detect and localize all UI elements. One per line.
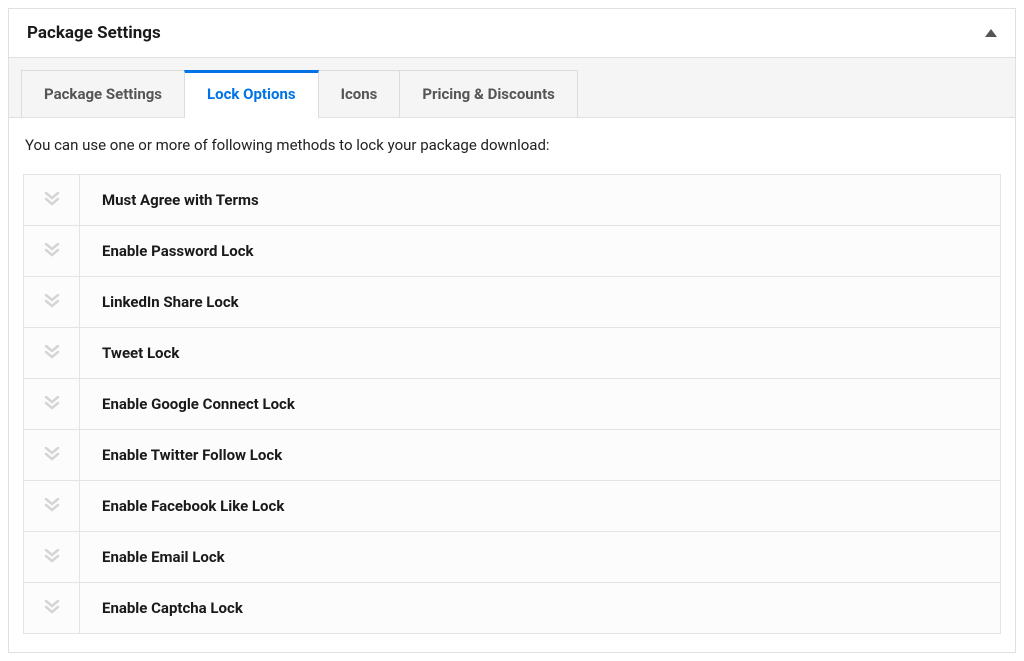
chevron-double-down-icon (44, 548, 60, 567)
collapse-up-icon[interactable] (985, 29, 997, 37)
chevron-double-down-icon (44, 599, 60, 618)
lock-label: Enable Facebook Like Lock (80, 481, 1000, 531)
expand-handle[interactable] (24, 583, 80, 633)
expand-handle[interactable] (24, 226, 80, 276)
lock-label: Must Agree with Terms (80, 175, 1000, 225)
expand-handle[interactable] (24, 430, 80, 480)
chevron-double-down-icon (44, 191, 60, 210)
lock-row-captcha[interactable]: Enable Captcha Lock (24, 583, 1000, 633)
lock-options-list: Must Agree with Terms Enable Password Lo… (23, 174, 1001, 634)
expand-handle[interactable] (24, 532, 80, 582)
expand-handle[interactable] (24, 277, 80, 327)
panel-body: Package Settings Lock Options Icons Pric… (9, 57, 1015, 652)
lock-label: LinkedIn Share Lock (80, 277, 1000, 327)
lock-row-agree-terms[interactable]: Must Agree with Terms (24, 175, 1000, 226)
panel-title: Package Settings (27, 23, 161, 43)
lock-label: Tweet Lock (80, 328, 1000, 378)
expand-handle[interactable] (24, 328, 80, 378)
expand-handle[interactable] (24, 379, 80, 429)
tab-lock-options[interactable]: Lock Options (184, 70, 319, 118)
lock-row-password[interactable]: Enable Password Lock (24, 226, 1000, 277)
lock-row-google-connect[interactable]: Enable Google Connect Lock (24, 379, 1000, 430)
tab-icons[interactable]: Icons (318, 70, 401, 117)
chevron-double-down-icon (44, 293, 60, 312)
lock-row-tweet[interactable]: Tweet Lock (24, 328, 1000, 379)
chevron-double-down-icon (44, 242, 60, 261)
panel-header[interactable]: Package Settings (9, 9, 1015, 57)
tab-pricing-discounts[interactable]: Pricing & Discounts (399, 70, 578, 117)
chevron-double-down-icon (44, 446, 60, 465)
tab-content: You can use one or more of following met… (9, 118, 1015, 652)
lock-label: Enable Google Connect Lock (80, 379, 1000, 429)
lock-label: Enable Password Lock (80, 226, 1000, 276)
tab-package-settings[interactable]: Package Settings (21, 70, 185, 117)
lock-label: Enable Captcha Lock (80, 583, 1000, 633)
chevron-double-down-icon (44, 497, 60, 516)
expand-handle[interactable] (24, 481, 80, 531)
chevron-double-down-icon (44, 344, 60, 363)
lock-label: Enable Email Lock (80, 532, 1000, 582)
lock-row-linkedin[interactable]: LinkedIn Share Lock (24, 277, 1000, 328)
tabs-strip: Package Settings Lock Options Icons Pric… (9, 58, 1015, 118)
chevron-double-down-icon (44, 395, 60, 414)
package-settings-panel: Package Settings Package Settings Lock O… (8, 8, 1016, 653)
lock-row-email[interactable]: Enable Email Lock (24, 532, 1000, 583)
expand-handle[interactable] (24, 175, 80, 225)
lock-label: Enable Twitter Follow Lock (80, 430, 1000, 480)
intro-text: You can use one or more of following met… (23, 136, 1001, 154)
lock-row-facebook-like[interactable]: Enable Facebook Like Lock (24, 481, 1000, 532)
lock-row-twitter-follow[interactable]: Enable Twitter Follow Lock (24, 430, 1000, 481)
